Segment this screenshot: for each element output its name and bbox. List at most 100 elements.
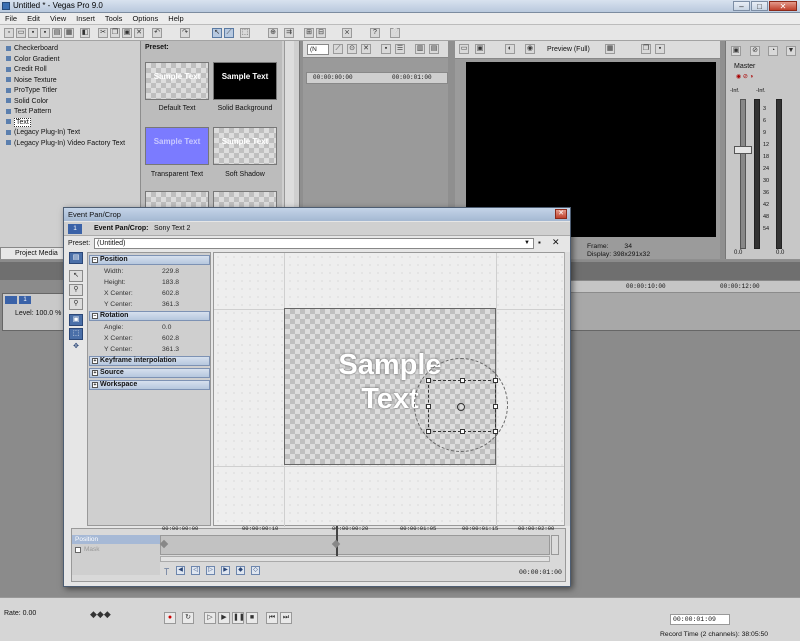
new-icon[interactable]: ▫ [4, 28, 14, 38]
go-to-start-icon[interactable]: ⏮ [266, 612, 278, 624]
open-icon[interactable]: ▭ [16, 28, 26, 38]
menu-view[interactable]: View [45, 13, 71, 25]
help-icon[interactable]: ❔ [390, 28, 400, 38]
last-keyframe-icon[interactable]: ▶ [221, 566, 230, 575]
generator-item[interactable]: (Legacy Plug-In) Text [6, 128, 136, 139]
delete-icon[interactable]: ✕ [134, 28, 144, 38]
record-icon[interactable]: ● [164, 612, 176, 624]
envelope-tool-icon[interactable]: ⟋ [224, 28, 234, 38]
crop-selection-rect[interactable] [426, 378, 498, 434]
resize-handle[interactable] [460, 429, 465, 434]
zoom-edit-icon[interactable]: ⚲ [69, 284, 83, 296]
delete-preset-icon[interactable]: ✕ [552, 237, 560, 248]
copy-snapshot-icon[interactable]: ❐ [641, 44, 651, 54]
zoom-out-icon[interactable]: ⚲ [69, 298, 83, 310]
undo-history-icon[interactable]: ◧ [80, 28, 90, 38]
overlays-icon[interactable]: ◉ [525, 44, 535, 54]
save-preset-icon[interactable]: ▪ [538, 238, 541, 247]
selection-tool-icon[interactable]: ⬚ [240, 28, 250, 38]
go-to-end-icon[interactable]: ⏭ [280, 612, 292, 624]
prop-rot-xcenter-value[interactable]: 602.8 [162, 335, 179, 342]
menu-help[interactable]: Help [163, 13, 188, 25]
crossfade-icon[interactable]: ⨯ [342, 28, 352, 38]
group-rotation[interactable]: − Rotation [89, 311, 210, 321]
generator-item[interactable]: (Legacy Plug-In) Video Factory Text [6, 139, 136, 150]
master-mute-icon[interactable]: ⊘ [750, 46, 760, 56]
mask-toggle-icon[interactable]: ▣ [69, 314, 83, 326]
keyframe-track[interactable] [159, 526, 550, 556]
master-menu-icon[interactable]: ▼ [786, 46, 796, 56]
trim-save-icon[interactable]: ▪ [381, 44, 391, 54]
close-button[interactable]: ✕ [769, 1, 797, 11]
keyframe-marker[interactable] [159, 539, 169, 549]
trim-clear-icon[interactable]: ✕ [361, 44, 371, 54]
kf-track-mask[interactable]: Mask [72, 545, 160, 554]
preset-thumb-default-text[interactable]: Sample Text [145, 62, 209, 100]
add-keyframe-icon[interactable]: ◆ [236, 566, 245, 575]
trim-overwrite-icon[interactable]: ▤ [429, 44, 439, 54]
loop-icon[interactable]: ↻ [182, 612, 194, 624]
resize-handle[interactable] [493, 378, 498, 383]
next-keyframe-icon[interactable]: ▷ [206, 566, 215, 575]
lock-envelopes-icon[interactable]: ⊞ [304, 28, 314, 38]
split-screen-icon[interactable]: ◐ [505, 44, 515, 54]
maximize-button[interactable]: □ [751, 1, 768, 11]
undo-icon[interactable]: ↶ [152, 28, 162, 38]
preset-thumb-soft-shadow[interactable]: Sample Text [213, 127, 277, 165]
group-workspace[interactable]: + Workspace [89, 380, 210, 390]
resize-handle[interactable] [426, 429, 431, 434]
move-freely-icon[interactable]: ✥ [69, 342, 83, 354]
minimize-button[interactable]: – [733, 1, 750, 11]
copy-icon[interactable]: ❐ [110, 28, 120, 38]
resize-handle[interactable] [426, 404, 431, 409]
preview-quality-dropdown[interactable]: Preview (Full) [547, 41, 590, 59]
menu-edit[interactable]: Edit [22, 13, 45, 25]
trim-tool-icon[interactable]: ⟋ [333, 44, 343, 54]
tab-project-media[interactable]: Project Media [0, 247, 70, 259]
prop-angle-value[interactable]: 0.0 [162, 324, 171, 331]
normal-edit-icon[interactable]: ↖ [69, 270, 83, 282]
play-icon[interactable]: ▶ [218, 612, 230, 624]
video-track-lane[interactable] [565, 293, 800, 331]
prev-keyframe-icon[interactable]: ◁ [191, 566, 200, 575]
delete-keyframe-icon[interactable]: ◇ [251, 566, 260, 575]
normal-edit-tool-icon[interactable]: ↖ [212, 28, 222, 38]
trim-list-icon[interactable]: ☰ [395, 44, 405, 54]
redo-icon[interactable]: ↷ [180, 28, 190, 38]
generator-item[interactable]: Checkerboard [6, 44, 136, 55]
generator-item[interactable]: Color Gradient [6, 55, 136, 66]
pause-icon[interactable]: ❚❚ [232, 612, 245, 624]
properties-icon[interactable]: ▦ [64, 28, 74, 38]
preset-thumb-solid-background[interactable]: Sample Text [213, 62, 277, 100]
trimmer-media-dropdown[interactable]: (N [307, 44, 329, 55]
generator-item[interactable]: Test Pattern [6, 107, 136, 118]
menu-file[interactable]: File [0, 13, 22, 25]
generator-item[interactable]: Credit Roll [6, 65, 136, 76]
cursor-timecode[interactable]: 00:00:01:09 [670, 614, 730, 625]
generator-item[interactable]: Noise Texture [6, 76, 136, 87]
snapping-icon[interactable]: ⊕ [268, 28, 278, 38]
save-snapshot-icon[interactable]: ▪ [655, 44, 665, 54]
master-solo-icon[interactable]: ◔ [768, 46, 778, 56]
paste-icon[interactable]: ▣ [122, 28, 132, 38]
master-fader-handle[interactable] [734, 146, 752, 154]
save-as-icon[interactable]: ▪ [40, 28, 50, 38]
render-icon[interactable]: ▤ [52, 28, 62, 38]
trim-properties-icon[interactable]: ⊙ [347, 44, 357, 54]
group-source[interactable]: + Source [89, 368, 210, 378]
menu-insert[interactable]: Insert [71, 13, 100, 25]
dialog-close-button[interactable]: ✕ [555, 209, 567, 219]
generator-item[interactable]: ProType Titler [6, 86, 136, 97]
preview-device-icon[interactable]: ▣ [475, 44, 485, 54]
ignore-grouping-icon[interactable]: ⊟ [316, 28, 326, 38]
group-position[interactable]: − Position [89, 255, 210, 265]
prop-rot-ycenter-value[interactable]: 361.3 [162, 346, 179, 353]
resize-handle[interactable] [493, 429, 498, 434]
generator-item-selected[interactable]: Text [6, 117, 136, 129]
canvas-vertical-scrollbar[interactable] [564, 252, 570, 526]
track-level[interactable]: Level: 100.0 % [15, 310, 61, 317]
overlays-grid-icon[interactable]: ▦ [605, 44, 615, 54]
first-keyframe-icon[interactable]: ◀ [176, 566, 185, 575]
resize-handle[interactable] [493, 404, 498, 409]
prop-width-value[interactable]: 229.8 [162, 268, 179, 275]
